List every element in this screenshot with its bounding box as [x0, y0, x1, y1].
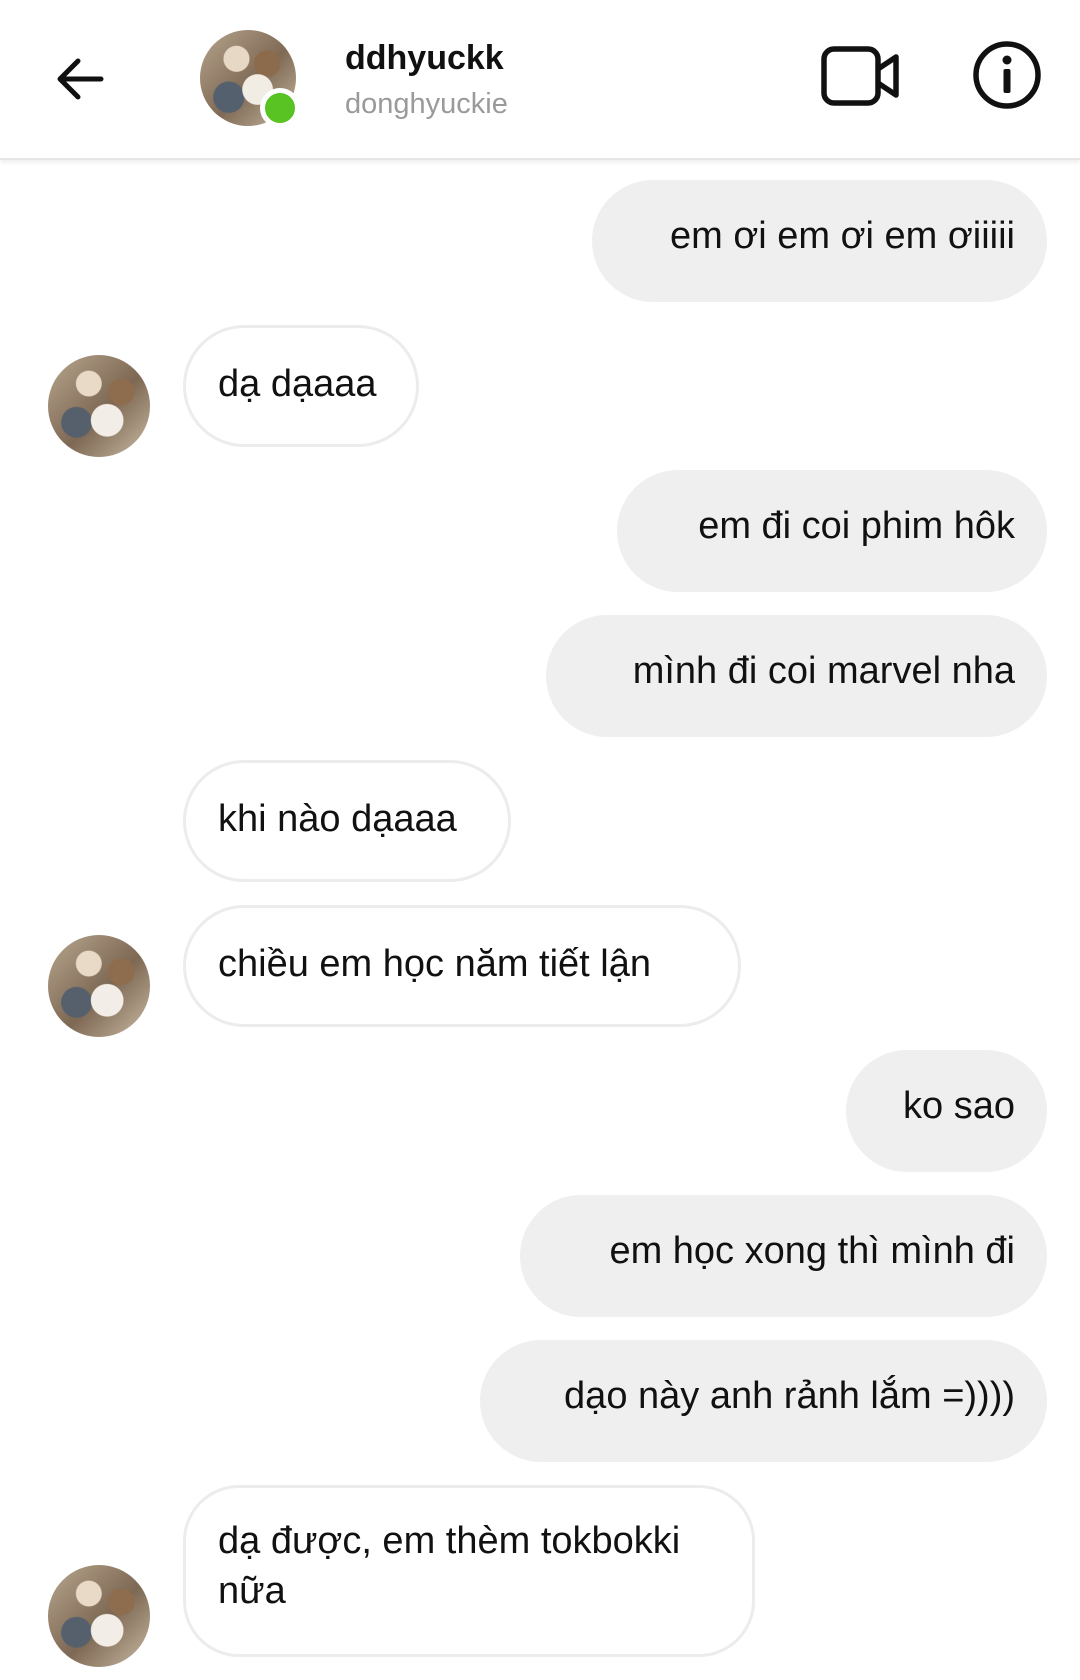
outgoing-message[interactable]: em ơi em ơi em ơiiiii — [592, 180, 1047, 302]
incoming-message[interactable]: dạ được, em thèm tokbokki nữa — [183, 1485, 755, 1657]
outgoing-message[interactable]: dạo này anh rảnh lắm =)))) — [480, 1340, 1047, 1462]
contact-avatar[interactable] — [48, 355, 150, 457]
message-thread: em ơi em ơi em ơiiiii dạ dạaaa em đi coi… — [0, 0, 1080, 1680]
outgoing-message[interactable]: mình đi coi marvel nha — [546, 615, 1047, 737]
back-button[interactable] — [44, 44, 114, 114]
contact-info[interactable]: ddhyuckk donghyuckie — [345, 36, 508, 124]
video-camera-icon — [821, 46, 899, 106]
contact-username: donghyuckie — [345, 88, 508, 120]
incoming-message[interactable]: dạ dạaaa — [183, 325, 419, 447]
info-icon — [973, 41, 1041, 109]
chat-header: ddhyuckk donghyuckie — [0, 0, 1080, 160]
header-avatar[interactable] — [200, 30, 300, 128]
contact-avatar[interactable] — [48, 935, 150, 1037]
online-status-dot — [260, 88, 300, 128]
video-call-button[interactable] — [818, 38, 904, 114]
outgoing-message[interactable]: em học xong thì mình đi — [520, 1195, 1047, 1317]
incoming-message[interactable]: chiều em học năm tiết lận — [183, 905, 741, 1027]
incoming-message[interactable]: khi nào dạaaa — [183, 760, 511, 882]
outgoing-message[interactable]: em đi coi phim hôk — [617, 470, 1047, 592]
outgoing-message[interactable]: ko sao — [846, 1050, 1047, 1172]
info-button[interactable] — [968, 36, 1046, 114]
arrow-left-icon — [57, 58, 104, 100]
contact-avatar[interactable] — [48, 1565, 150, 1667]
contact-display-name: ddhyuckk — [345, 39, 504, 77]
